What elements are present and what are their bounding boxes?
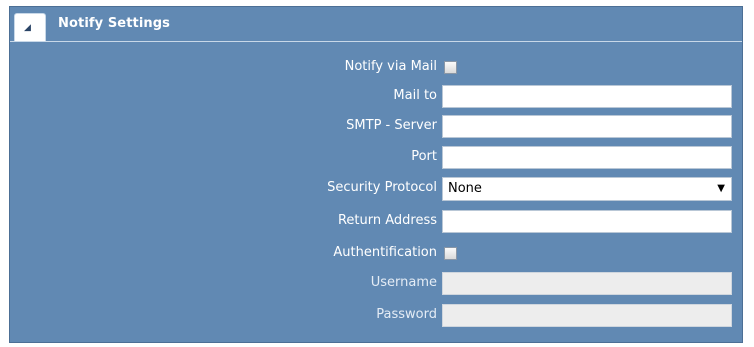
authentification-label: Authentification — [333, 245, 437, 260]
notify-via-mail-row: Notify via Mail — [10, 56, 742, 80]
port-input[interactable] — [442, 146, 732, 169]
smtp-server-label: SMTP - Server — [346, 118, 437, 133]
port-label: Port — [411, 149, 437, 164]
password-input[interactable] — [442, 304, 732, 327]
security-protocol-label: Security Protocol — [327, 180, 437, 195]
username-label: Username — [370, 275, 437, 290]
collapse-arrow-icon: ◢ — [24, 23, 31, 33]
return-address-label: Return Address — [337, 213, 437, 228]
username-row: Username — [10, 272, 742, 296]
security-protocol-value: None — [448, 181, 482, 196]
return-address-input[interactable] — [442, 210, 732, 233]
password-label: Password — [376, 307, 437, 322]
username-input[interactable] — [442, 272, 732, 295]
return-address-row: Return Address — [10, 210, 742, 234]
smtp-server-input[interactable] — [442, 115, 732, 138]
authentification-checkbox[interactable] — [444, 247, 457, 260]
password-row: Password — [10, 304, 742, 328]
smtp-server-row: SMTP - Server — [10, 115, 742, 139]
notify-via-mail-checkbox[interactable] — [444, 61, 457, 74]
dropdown-arrow-icon: ▼ — [717, 183, 725, 194]
notify-settings-panel: ◢ Notify Settings Notify via Mail Mail t… — [9, 6, 743, 343]
port-row: Port — [10, 146, 742, 170]
mail-to-label: Mail to — [393, 88, 437, 103]
panel-header: ◢ Notify Settings — [10, 7, 742, 42]
panel-title: Notify Settings — [58, 16, 170, 31]
security-protocol-row: Security Protocol None ▼ — [10, 177, 742, 201]
collapse-toggle[interactable]: ◢ — [14, 13, 46, 41]
mail-to-row: Mail to — [10, 85, 742, 109]
notify-via-mail-label: Notify via Mail — [344, 59, 437, 74]
authentification-row: Authentification — [10, 242, 742, 266]
security-protocol-select[interactable]: None ▼ — [442, 177, 732, 201]
mail-to-input[interactable] — [442, 85, 732, 108]
